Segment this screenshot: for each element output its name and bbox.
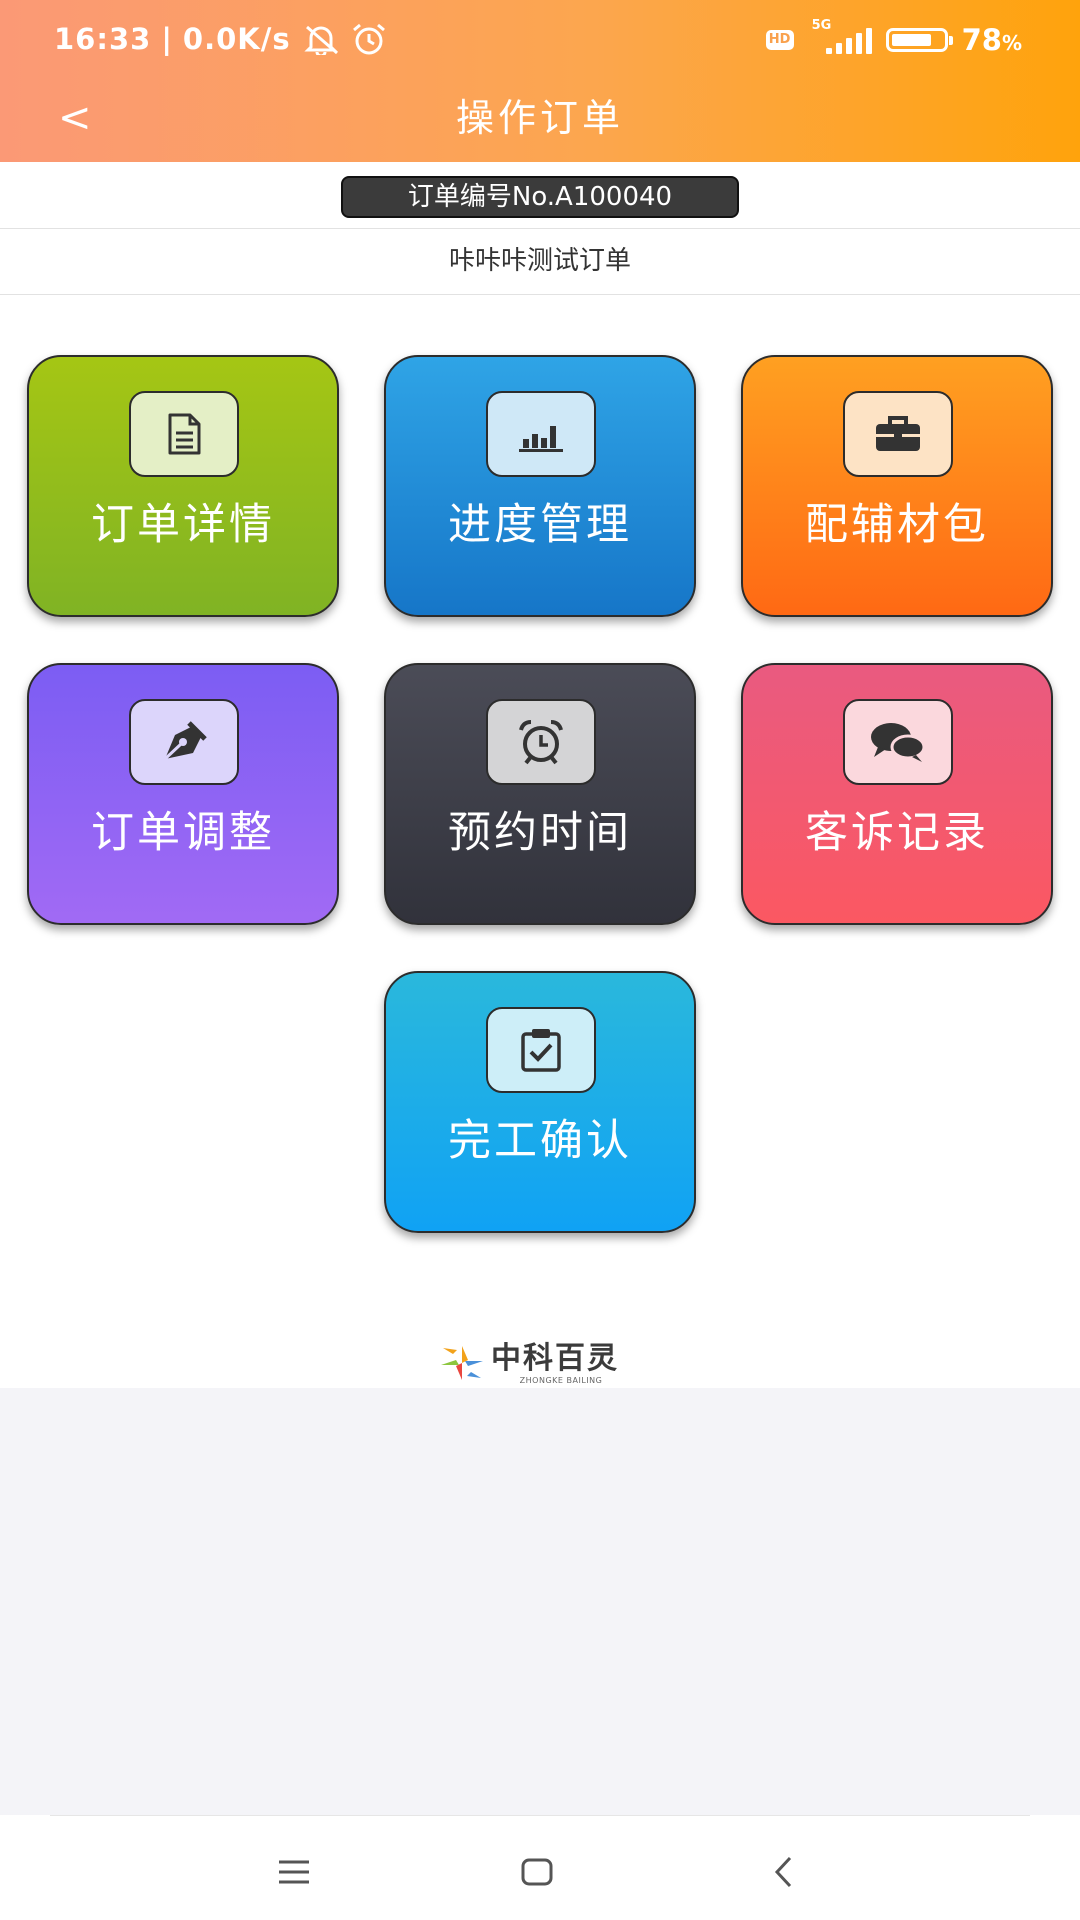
tile-completion-confirm[interactable]: 完工确认	[384, 971, 696, 1233]
tile-label: 进度管理	[448, 500, 632, 550]
hd-badge: HD	[765, 30, 794, 50]
status-left: 16:33 | 0.0K/s	[54, 22, 387, 56]
battery-icon	[885, 28, 953, 52]
logo-subtitle: ZHONGKE BAILING	[519, 1376, 603, 1385]
alarm-clock-icon	[486, 699, 596, 785]
status-separator: |	[161, 22, 173, 56]
clipboard-check-icon	[486, 1007, 596, 1093]
main-area: 订单详情 进度管理 配辅材包 订单调整 预约时间 客诉记录 完工确认 中科百灵 …	[0, 295, 1080, 1388]
logo-mark-icon	[441, 1346, 483, 1380]
page-title: 操作订单	[455, 96, 624, 140]
network-speed: 0.0K/s	[182, 22, 291, 56]
order-name: 咔咔咔测试订单	[0, 229, 1080, 295]
order-number-row: 订单编号No.A100040	[0, 162, 1080, 229]
back-chevron-icon[interactable]	[754, 1847, 814, 1897]
tile-materials-pack[interactable]: 配辅材包	[741, 355, 1053, 617]
nav-bar: < 操作订单	[0, 84, 1080, 162]
chat-bubbles-icon	[843, 699, 953, 785]
signal-icon: 5G	[808, 18, 872, 58]
system-nav-bar	[0, 1815, 1080, 1920]
tile-label: 完工确认	[448, 1116, 632, 1166]
tile-order-details[interactable]: 订单详情	[27, 355, 339, 617]
status-bar: 16:33 | 0.0K/s HD 5G 78%	[0, 0, 1080, 84]
battery-percent: 78%	[961, 23, 1022, 57]
tile-progress-management[interactable]: 进度管理	[384, 355, 696, 617]
tile-label: 订单详情	[91, 500, 275, 550]
app-header: 16:33 | 0.0K/s HD 5G 78% < 操作订单	[0, 0, 1080, 162]
alarm-icon	[351, 22, 387, 56]
home-square-icon[interactable]	[507, 1847, 567, 1897]
logo-name: 中科百灵	[491, 1341, 619, 1376]
tile-label: 客诉记录	[805, 808, 989, 858]
status-right: HD 5G 78%	[765, 18, 1022, 58]
bar-chart-icon	[486, 391, 596, 477]
tile-appointment-time[interactable]: 预约时间	[384, 663, 696, 925]
pen-nib-icon	[129, 699, 239, 785]
menu-icon[interactable]	[264, 1847, 324, 1897]
status-time: 16:33	[54, 22, 152, 56]
network-type: 5G	[811, 18, 832, 33]
order-number-badge: 订单编号No.A100040	[341, 176, 739, 218]
briefcase-icon	[843, 391, 953, 477]
battery-fill	[891, 34, 931, 46]
tile-order-adjustment[interactable]: 订单调整	[27, 663, 339, 925]
tile-complaint-records[interactable]: 客诉记录	[741, 663, 1053, 925]
divider	[50, 1815, 1030, 1816]
company-logo: 中科百灵 ZHONGKE BAILING	[437, 1342, 637, 1386]
tile-label: 配辅材包	[805, 500, 989, 550]
document-icon	[129, 391, 239, 477]
tile-label: 订单调整	[91, 808, 275, 858]
muted-bell-icon	[301, 23, 341, 55]
tile-label: 预约时间	[448, 808, 632, 858]
